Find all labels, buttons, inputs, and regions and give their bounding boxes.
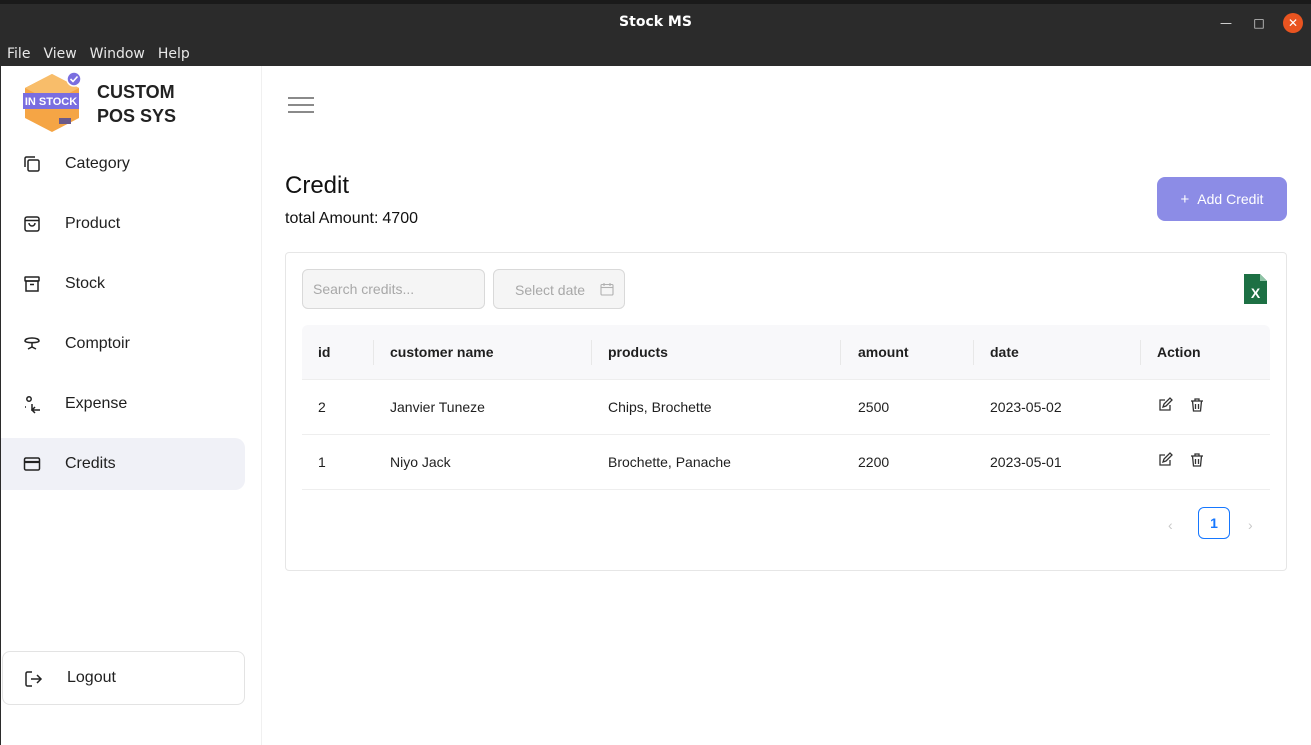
cell-date: 2023-05-02: [990, 399, 1062, 415]
instock-logo: IN STOCK: [23, 72, 82, 132]
sidebar-item-label: Product: [65, 215, 121, 232]
counter-icon: [24, 337, 40, 350]
sidebar-item-expense[interactable]: Expense: [1, 378, 245, 430]
column-header-products[interactable]: products: [608, 344, 668, 360]
archive-box-icon: [24, 276, 40, 292]
column-header-id[interactable]: id: [318, 344, 330, 360]
minimize-icon[interactable]: —: [1216, 13, 1236, 33]
pagination-prev-icon[interactable]: ‹: [1168, 517, 1173, 533]
column-header-amount[interactable]: amount: [858, 344, 909, 360]
sidebar-item-stock[interactable]: Stock: [1, 258, 245, 310]
date-picker[interactable]: Select date: [493, 269, 625, 309]
column-header-action: Action: [1157, 344, 1201, 360]
cell-id: 2: [318, 399, 326, 415]
brand-line1: CUSTOM: [97, 82, 175, 102]
sidebar-item-label: Expense: [65, 395, 128, 412]
edit-icon[interactable]: [1157, 397, 1173, 413]
menu-help[interactable]: Help: [158, 46, 190, 62]
credit-card-icon: [23, 457, 41, 471]
sidebar-item-credits[interactable]: Credits: [1, 438, 245, 490]
logout-label: Logout: [67, 669, 116, 686]
total-amount-value: 4700: [382, 210, 418, 227]
sidebar-item-product[interactable]: Product: [1, 198, 245, 250]
logout-icon: [25, 671, 43, 687]
sidebar-item-label: Comptoir: [65, 335, 130, 352]
menu-window[interactable]: Window: [90, 46, 145, 62]
menu-view[interactable]: View: [43, 46, 76, 62]
column-divider: [591, 340, 592, 365]
shopping-bag-icon: [24, 216, 40, 232]
column-header-date[interactable]: date: [990, 344, 1019, 360]
cell-amount: 2500: [858, 399, 890, 415]
excel-export-icon[interactable]: X: [1244, 274, 1267, 304]
close-icon[interactable]: ✕: [1283, 13, 1303, 33]
pagination-page-1[interactable]: 1: [1198, 507, 1230, 539]
sidebar-item-label: Stock: [65, 275, 106, 292]
search-input[interactable]: [302, 269, 485, 309]
expense-icon: [25, 396, 40, 414]
date-placeholder: Select date: [515, 282, 586, 298]
window-titlebar: Stock MS — □ ✕: [0, 0, 1311, 41]
total-amount: total Amount: 4700: [285, 210, 418, 228]
sidebar-item-label: Category: [65, 155, 130, 172]
sidebar-item-category[interactable]: Category: [1, 138, 245, 190]
cell-products: Brochette, Panache: [608, 454, 731, 470]
window-title: Stock MS: [619, 14, 692, 30]
edit-icon[interactable]: [1157, 452, 1173, 468]
logout-button[interactable]: Logout: [2, 651, 245, 705]
column-divider: [840, 340, 841, 365]
calendar-icon: [600, 283, 614, 296]
cell-date: 2023-05-01: [990, 454, 1062, 470]
add-credit-label: Add Credit: [1197, 191, 1264, 207]
total-amount-label: total Amount:: [285, 210, 379, 227]
cell-customer: Niyo Jack: [390, 454, 451, 470]
table-row: 1 Niyo Jack Brochette, Panache 2200 2023…: [302, 435, 1270, 490]
copy-icon: [24, 156, 40, 172]
sidebar-item-label: Credits: [65, 455, 116, 472]
cell-amount: 2200: [858, 454, 890, 470]
menu-file[interactable]: File: [7, 46, 30, 62]
svg-text:IN STOCK: IN STOCK: [25, 96, 77, 108]
menu-toggle-icon[interactable]: [288, 97, 314, 115]
menu-bar: File View Window Help: [0, 41, 1311, 66]
column-header-customer[interactable]: customer name: [390, 344, 493, 360]
credits-card: Select date X id customer name products …: [285, 252, 1287, 571]
table-row: 2 Janvier Tuneze Chips, Brochette 2500 2…: [302, 380, 1270, 435]
brand-name: CUSTOM POS SYS: [97, 80, 176, 128]
cell-id: 1: [318, 454, 326, 470]
cell-products: Chips, Brochette: [608, 399, 712, 415]
table-header: id customer name products amount date Ac…: [302, 325, 1270, 380]
pagination-next-icon[interactable]: ›: [1248, 517, 1253, 533]
maximize-icon[interactable]: □: [1249, 13, 1269, 33]
column-divider: [1140, 340, 1141, 365]
sidebar-item-comptoir[interactable]: Comptoir: [1, 318, 245, 370]
delete-icon[interactable]: [1189, 452, 1205, 468]
brand-line2: POS SYS: [97, 106, 177, 126]
svg-text:X: X: [1251, 285, 1261, 301]
cell-customer: Janvier Tuneze: [390, 399, 485, 415]
add-credit-button[interactable]: + Add Credit: [1157, 177, 1287, 221]
column-divider: [373, 340, 374, 365]
delete-icon[interactable]: [1189, 397, 1205, 413]
column-divider: [973, 340, 974, 365]
page-title: Credit: [285, 172, 350, 199]
sidebar: IN STOCK CUSTOM POS SYS Category Product…: [0, 66, 262, 745]
plus-icon: +: [1180, 190, 1190, 208]
